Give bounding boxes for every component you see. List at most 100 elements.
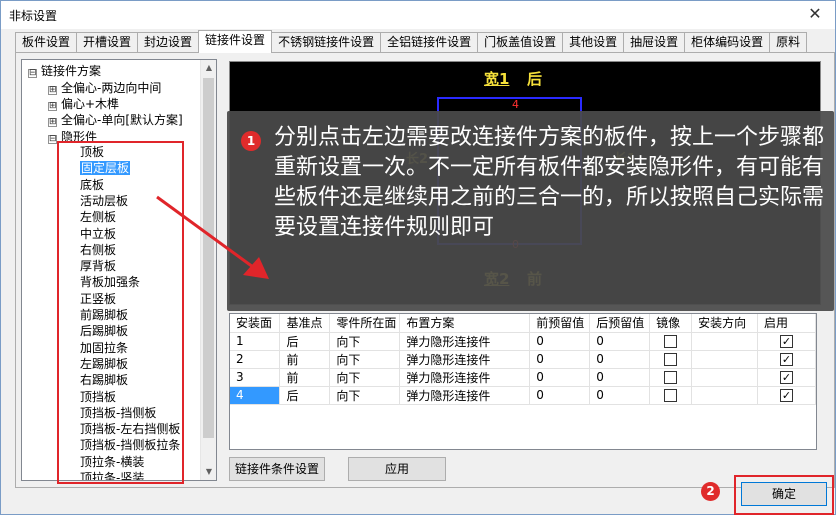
tree-item[interactable]: 顶挡板-左右挡侧板 — [80, 421, 180, 437]
scroll-up-icon[interactable]: ▲ — [201, 60, 216, 76]
tree-expander-icon[interactable]: ⊞ — [48, 118, 57, 128]
tree-item[interactable]: 厚背板 — [80, 258, 116, 274]
tree-item[interactable]: 固定层板 — [80, 160, 131, 176]
cell-ref[interactable]: 前 — [279, 368, 331, 387]
tree-item[interactable]: 正竖板 — [80, 291, 116, 307]
tree-item[interactable]: 前踢脚板 — [80, 307, 128, 323]
tree-group-0[interactable]: ⊞ 全偏心-两边向中间 — [48, 80, 161, 96]
scroll-down-icon[interactable]: ▼ — [201, 464, 216, 480]
connector-scheme-tree[interactable]: ⊟ 链接件方案 ⊞ 全偏心-两边向中间 ⊞ 偏心+木榫 ⊞ 全偏心-单向[默认方案] ⊟ 隐形件顶… — [21, 59, 217, 481]
tab-6[interactable]: 门板盖值设置 — [477, 32, 564, 53]
cell-back[interactable]: 0 — [589, 350, 651, 369]
cell-side[interactable]: 向下 — [329, 350, 401, 369]
tree-item[interactable]: 加固拉条 — [80, 340, 128, 356]
tab-2[interactable]: 封边设置 — [137, 32, 200, 53]
connector-rule-table[interactable]: 安装面 基准点 零件所在面 布置方案 前预留值 后预留值 镜像 安装方向 启用 1 后向下 弹力隐形… — [229, 313, 817, 450]
tree-item[interactable]: 右侧板 — [80, 242, 116, 258]
table-row[interactable]: 4 后向下 弹力隐形连接件 0 0 ✓ — [230, 386, 816, 405]
mirror-checkbox[interactable] — [664, 353, 678, 366]
tree-item[interactable]: 背板加强条 — [80, 274, 140, 290]
tab-9[interactable]: 柜体编码设置 — [684, 32, 771, 53]
column-header[interactable]: 布置方案 — [399, 314, 531, 333]
tree-item[interactable]: 后踢脚板 — [80, 323, 128, 339]
enabled-checkbox[interactable]: ✓ — [780, 353, 794, 366]
cell-side[interactable]: 向下 — [329, 368, 401, 387]
table-row[interactable]: 1 后向下 弹力隐形连接件 0 0 ✓ — [230, 332, 816, 351]
tree-expander-icon[interactable]: ⊟ — [28, 69, 37, 78]
enabled-checkbox[interactable]: ✓ — [780, 389, 794, 402]
tree-group-3[interactable]: ⊟ 隐形件 — [48, 129, 97, 145]
tree-item[interactable]: 活动层板 — [80, 193, 128, 209]
apply-button[interactable]: 应用 — [348, 457, 446, 481]
tab-0[interactable]: 板件设置 — [15, 32, 78, 53]
cell-back[interactable]: 0 — [589, 386, 651, 405]
scroll-thumb[interactable] — [203, 78, 214, 438]
cell-back[interactable]: 0 — [589, 368, 651, 387]
tree-item[interactable]: 顶板 — [80, 144, 104, 160]
tab-10[interactable]: 原料 — [769, 32, 808, 53]
cell-ref[interactable]: 前 — [279, 350, 331, 369]
ok-button[interactable]: 确定 — [741, 482, 827, 506]
cell-ref[interactable]: 后 — [279, 386, 331, 405]
cell-dir[interactable] — [691, 350, 759, 369]
column-header[interactable]: 零件所在面 — [329, 314, 401, 333]
tree-item[interactable]: 左踢脚板 — [80, 356, 128, 372]
cell-front[interactable]: 0 — [529, 368, 591, 387]
tab-8[interactable]: 抽屉设置 — [623, 32, 686, 53]
tree-item[interactable]: 右踢脚板 — [80, 372, 128, 388]
mirror-checkbox[interactable] — [664, 335, 678, 348]
tree-item[interactable]: 顶挡板-挡侧板拉条 — [80, 437, 180, 453]
cell-back[interactable]: 0 — [589, 332, 651, 351]
column-header[interactable]: 基准点 — [279, 314, 331, 333]
tree-item[interactable]: 左侧板 — [80, 209, 116, 225]
table-row[interactable]: 2 前向下 弹力隐形连接件 0 0 ✓ — [230, 350, 816, 369]
tree-group-1[interactable]: ⊞ 偏心+木榫 — [48, 96, 119, 112]
cell-ref[interactable]: 后 — [279, 332, 331, 351]
tree-expander-icon[interactable]: ⊞ — [48, 102, 57, 112]
cell-front[interactable]: 0 — [529, 332, 591, 351]
close-icon[interactable]: ✕ — [803, 3, 827, 25]
cell-plan[interactable]: 弹力隐形连接件 — [399, 386, 531, 405]
tree-item[interactable]: 顶挡板-挡侧板 — [80, 405, 156, 421]
cell-plan[interactable]: 弹力隐形连接件 — [399, 368, 531, 387]
mirror-checkbox[interactable] — [664, 371, 678, 384]
tree-expander-icon[interactable]: ⊟ — [48, 134, 57, 144]
cell-face[interactable]: 2 — [230, 350, 281, 369]
cell-side[interactable]: 向下 — [329, 386, 401, 405]
tab-5[interactable]: 全铝链接件设置 — [380, 32, 479, 53]
column-header[interactable]: 安装方向 — [691, 314, 759, 333]
tree-item[interactable]: 底板 — [80, 177, 104, 193]
tree-item[interactable]: 中立板 — [80, 226, 116, 242]
tree-scrollbar[interactable]: ▲ ▼ — [200, 60, 216, 480]
cell-front[interactable]: 0 — [529, 386, 591, 405]
enabled-checkbox[interactable]: ✓ — [780, 371, 794, 384]
cell-front[interactable]: 0 — [529, 350, 591, 369]
tree-expander-icon[interactable]: ⊞ — [48, 86, 57, 95]
tab-3[interactable]: 链接件设置 — [198, 30, 273, 53]
cell-plan[interactable]: 弹力隐形连接件 — [399, 350, 531, 369]
column-header[interactable]: 后预留值 — [589, 314, 651, 333]
cell-plan[interactable]: 弹力隐形连接件 — [399, 332, 531, 351]
cell-dir[interactable] — [691, 386, 759, 405]
cell-dir[interactable] — [691, 332, 759, 351]
cell-face[interactable]: 4 — [230, 386, 281, 405]
condition-settings-button[interactable]: 链接件条件设置 — [229, 457, 325, 481]
cell-face[interactable]: 1 — [230, 332, 281, 351]
tab-1[interactable]: 开槽设置 — [76, 32, 139, 53]
column-header[interactable]: 镜像 — [649, 314, 693, 333]
tab-4[interactable]: 不锈钢链接件设置 — [271, 32, 382, 53]
tree-item[interactable]: 顶挡板 — [80, 389, 116, 405]
cell-side[interactable]: 向下 — [329, 332, 401, 351]
enabled-checkbox[interactable]: ✓ — [780, 335, 794, 348]
tree-item[interactable]: 顶拉条-横装 — [80, 454, 144, 470]
column-header[interactable]: 安装面 — [230, 314, 281, 333]
table-row[interactable]: 3 前向下 弹力隐形连接件 0 0 ✓ — [230, 368, 816, 387]
mirror-checkbox[interactable] — [664, 389, 678, 402]
tree-group-2[interactable]: ⊞ 全偏心-单向[默认方案] — [48, 112, 183, 128]
cell-dir[interactable] — [691, 368, 759, 387]
tree-item[interactable]: 顶拉条-竖装 — [80, 470, 144, 480]
tab-7[interactable]: 其他设置 — [562, 32, 625, 53]
column-header[interactable]: 启用 — [757, 314, 816, 333]
tree-root[interactable]: ⊟ 链接件方案 — [28, 63, 101, 79]
cell-face[interactable]: 3 — [230, 368, 281, 387]
